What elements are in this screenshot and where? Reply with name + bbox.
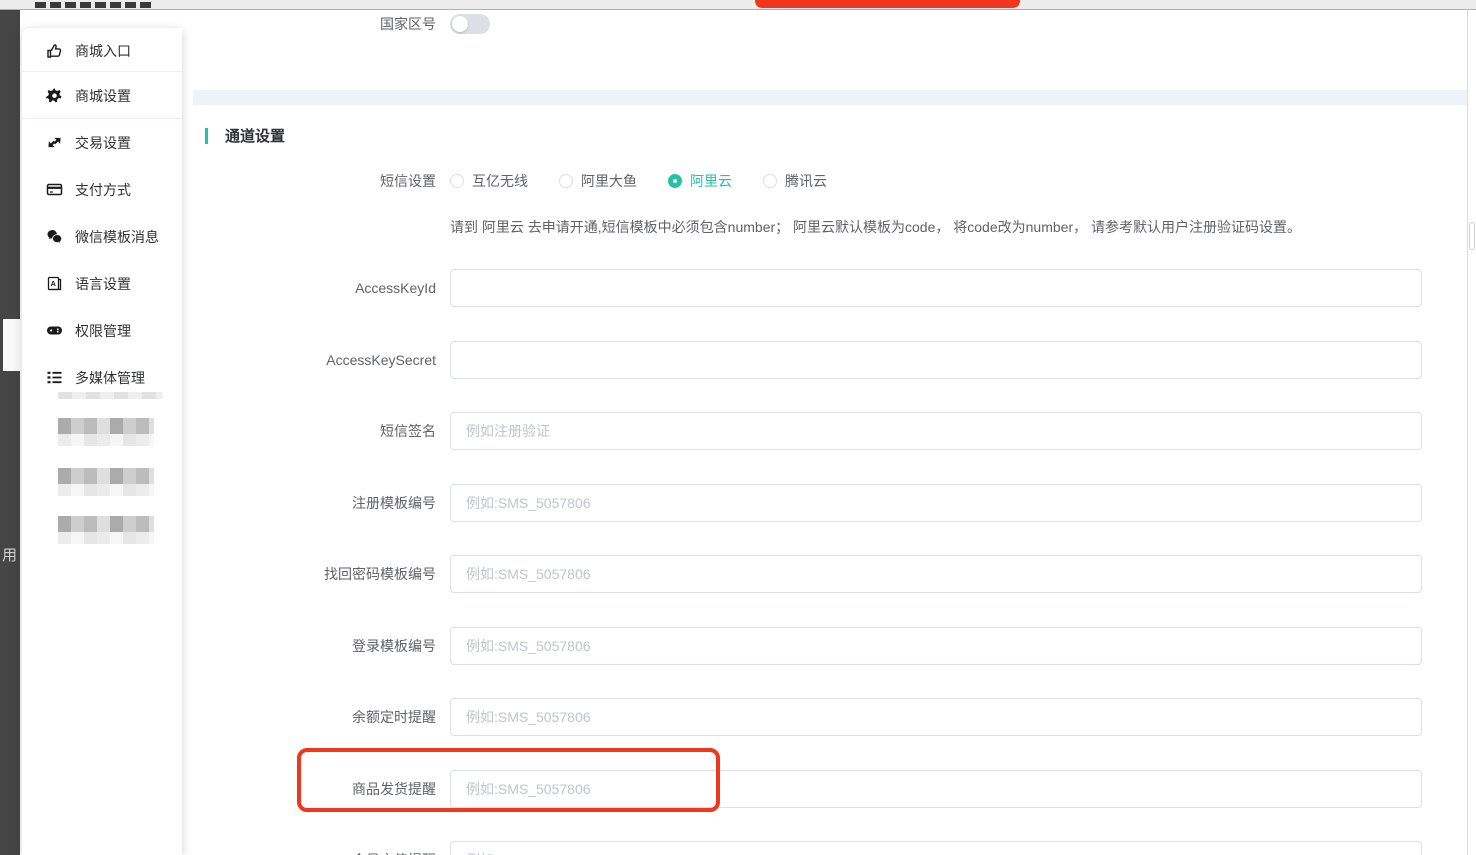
field-label: 余额定时提醒 [193, 707, 436, 727]
browser-tab-strip [0, 0, 1476, 10]
svg-text:A: A [51, 279, 57, 288]
app-window: 用 商城入口 商城设置 交易设置 支付方式 微信模板消息 A 语言设置 权限管理… [0, 0, 1476, 855]
sidebar-item-6[interactable]: A 语言设置 [22, 260, 182, 307]
sidebar-item-4[interactable]: 支付方式 [22, 166, 182, 213]
sidebar-item-label: 微信模板消息 [75, 227, 159, 247]
sidebar-item-label: 交易设置 [75, 133, 131, 153]
field-input[interactable] [450, 412, 1422, 450]
sidebar-item-3[interactable]: 交易设置 [22, 119, 182, 166]
radio-icon [668, 174, 682, 188]
country-code-row: 国家区号 [193, 14, 490, 34]
field-input[interactable] [450, 627, 1422, 665]
sidebar-item-7[interactable]: 权限管理 [22, 307, 182, 354]
sidebar-item-label: 商城设置 [75, 86, 131, 106]
radio-option-label: 互亿无线 [472, 171, 528, 191]
field-label: AccessKeySecret [193, 352, 436, 368]
radio-icon [763, 174, 777, 188]
form-field-row-3: 短信签名 [193, 412, 1467, 450]
gear-icon [46, 87, 63, 104]
field-label: 会员充值提醒 [193, 850, 436, 855]
sidebar-item-label: 语言设置 [75, 274, 131, 294]
annotation-red-bar [755, 0, 1020, 8]
rail-notch [3, 319, 20, 371]
field-label: 找回密码模板编号 [193, 564, 436, 584]
radio-option-label: 腾讯云 [785, 171, 827, 191]
collapsed-nav-rail[interactable]: 用 [0, 10, 20, 855]
field-input[interactable] [450, 698, 1422, 736]
redacted-divider [58, 392, 163, 399]
thumb-up-icon [46, 43, 63, 60]
sidebar-item-5[interactable]: 微信模板消息 [22, 213, 182, 260]
field-label: 登录模板编号 [193, 636, 436, 656]
scrollbar-thumb[interactable] [1469, 222, 1475, 250]
field-input[interactable] [450, 770, 1422, 808]
wechat-icon [46, 228, 63, 245]
list-icon [46, 369, 63, 386]
field-input[interactable] [450, 555, 1422, 593]
form-field-row-8: 商品发货提醒 [193, 770, 1467, 808]
sms-provider-options: 互亿无线 阿里大鱼 阿里云 腾讯云 [450, 171, 827, 191]
settings-sidebar: 商城入口 商城设置 交易设置 支付方式 微信模板消息 A 语言设置 权限管理 多… [22, 28, 182, 855]
sms-provider-row: 短信设置 互亿无线 阿里大鱼 阿里云 腾讯云 [193, 171, 827, 191]
toggle-knob [452, 16, 468, 32]
sidebar-item-label: 多媒体管理 [75, 368, 145, 388]
exchange-arrows-icon [46, 134, 63, 151]
field-label: 短信签名 [193, 421, 436, 441]
credit-card-icon [46, 181, 63, 198]
form-fields: AccessKeyId AccessKeySecret 短信签名 注册模板编号 … [193, 269, 1467, 855]
radio-icon [559, 174, 573, 188]
section-accent-bar [205, 128, 208, 144]
radio-option-label: 阿里大鱼 [581, 171, 637, 191]
radio-option-互亿无线[interactable]: 互亿无线 [450, 171, 528, 191]
sms-setting-label: 短信设置 [193, 171, 436, 191]
redacted-sidebar-item[interactable] [58, 516, 154, 544]
field-label: AccessKeyId [193, 280, 436, 296]
scrollbar-track[interactable] [1467, 10, 1476, 855]
settings-content: 国家区号 通道设置 短信设置 互亿无线 阿里大鱼 阿里云 腾讯云 请到 阿里云 … [193, 10, 1467, 855]
radio-icon [450, 174, 464, 188]
rail-text-fragment: 用 [2, 546, 17, 566]
section-separator-band [193, 90, 1467, 105]
country-code-label: 国家区号 [193, 14, 436, 34]
field-label: 注册模板编号 [193, 493, 436, 513]
radio-option-label: 阿里云 [690, 171, 732, 191]
sidebar-item-label: 权限管理 [75, 321, 131, 341]
field-label: 商品发货提醒 [193, 779, 436, 799]
sidebar-item-label: 支付方式 [75, 180, 131, 200]
field-input[interactable] [450, 341, 1422, 379]
sidebar-item-label: 商城入口 [75, 41, 131, 61]
field-input[interactable] [450, 841, 1422, 855]
sidebar-item-1[interactable]: 商城入口 [22, 30, 182, 72]
redacted-sidebar-item[interactable] [58, 418, 154, 446]
redacted-sidebar-item[interactable] [58, 468, 154, 496]
language-icon: A [46, 275, 63, 292]
radio-option-阿里云[interactable]: 阿里云 [668, 171, 732, 191]
radio-option-阿里大鱼[interactable]: 阿里大鱼 [559, 171, 637, 191]
form-field-row-9: 会员充值提醒 [193, 841, 1467, 855]
section-header: 通道设置 [205, 125, 285, 146]
field-input[interactable] [450, 269, 1422, 307]
clipped-tab-title-fragment [35, 2, 153, 8]
form-field-row-1: AccessKeyId [193, 269, 1467, 307]
form-field-row-4: 注册模板编号 [193, 484, 1467, 522]
field-input[interactable] [450, 484, 1422, 522]
form-field-row-5: 找回密码模板编号 [193, 555, 1467, 593]
form-field-row-6: 登录模板编号 [193, 627, 1467, 665]
section-title: 通道设置 [225, 125, 285, 146]
form-field-row-2: AccessKeySecret [193, 341, 1467, 379]
permission-icon [46, 322, 63, 339]
country-code-toggle[interactable] [450, 14, 490, 34]
radio-option-腾讯云[interactable]: 腾讯云 [763, 171, 827, 191]
sms-help-text: 请到 阿里云 去申请开通,短信模板中必须包含number； 阿里云默认模板为co… [450, 217, 1301, 237]
form-field-row-7: 余额定时提醒 [193, 698, 1467, 736]
sidebar-menu: 商城入口 商城设置 交易设置 支付方式 微信模板消息 A 语言设置 权限管理 多… [22, 28, 182, 401]
sidebar-item-2[interactable]: 商城设置 [22, 72, 182, 119]
